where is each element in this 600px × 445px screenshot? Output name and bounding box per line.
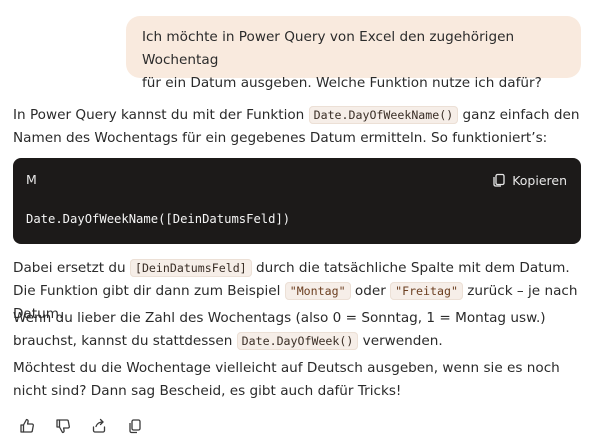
inline-code-dayofweek: Date.DayOfWeek() bbox=[236, 332, 359, 350]
thumbs-up-button[interactable] bbox=[18, 417, 36, 435]
thumbs-down-button[interactable] bbox=[54, 417, 72, 435]
copy-message-button[interactable] bbox=[126, 417, 144, 435]
inline-code-montag: "Montag" bbox=[284, 282, 351, 300]
thumbs-up-icon bbox=[19, 418, 35, 434]
assistant-paragraph-3: Wenn du lieber die Zahl des Wochentags (… bbox=[13, 307, 588, 353]
p3-text-b: verwenden. bbox=[358, 333, 443, 349]
inline-code-datumsfeld: [DeinDatumsFeld] bbox=[129, 259, 252, 277]
inline-code-freitag: "Freitag" bbox=[390, 282, 463, 300]
copy-label: Kopieren bbox=[512, 172, 567, 188]
assistant-intro: In Power Query kannst du mit der Funktio… bbox=[13, 104, 588, 150]
share-button[interactable] bbox=[90, 417, 108, 435]
user-message-line-2: für ein Datum ausgeben. Welche Funktion … bbox=[142, 75, 542, 91]
code-language-label: M bbox=[26, 172, 37, 187]
code-block: M Kopieren Date.DayOfWeekName([DeinDatum… bbox=[13, 158, 581, 244]
p2-text-a: Dabei ersetzt du bbox=[13, 260, 130, 276]
copy-icon bbox=[127, 418, 143, 434]
p2-text-c: oder bbox=[350, 283, 391, 299]
message-actions bbox=[18, 417, 144, 435]
user-message-bubble: Ich möchte in Power Query von Excel den … bbox=[126, 16, 581, 91]
copy-code-button[interactable]: Kopieren bbox=[492, 170, 567, 190]
share-icon bbox=[91, 418, 107, 434]
thumbs-down-icon bbox=[55, 418, 71, 434]
copy-icon bbox=[492, 173, 506, 187]
user-message-line-1: Ich möchte in Power Query von Excel den … bbox=[142, 29, 515, 68]
code-content: Date.DayOfWeekName([DeinDatumsFeld]) bbox=[26, 212, 291, 226]
inline-code-dayofweekname: Date.DayOfWeekName() bbox=[308, 106, 459, 124]
intro-text-a: In Power Query kannst du mit der Funktio… bbox=[13, 107, 309, 123]
assistant-paragraph-4: Möchtest du die Wochentage vielleicht au… bbox=[13, 360, 560, 399]
